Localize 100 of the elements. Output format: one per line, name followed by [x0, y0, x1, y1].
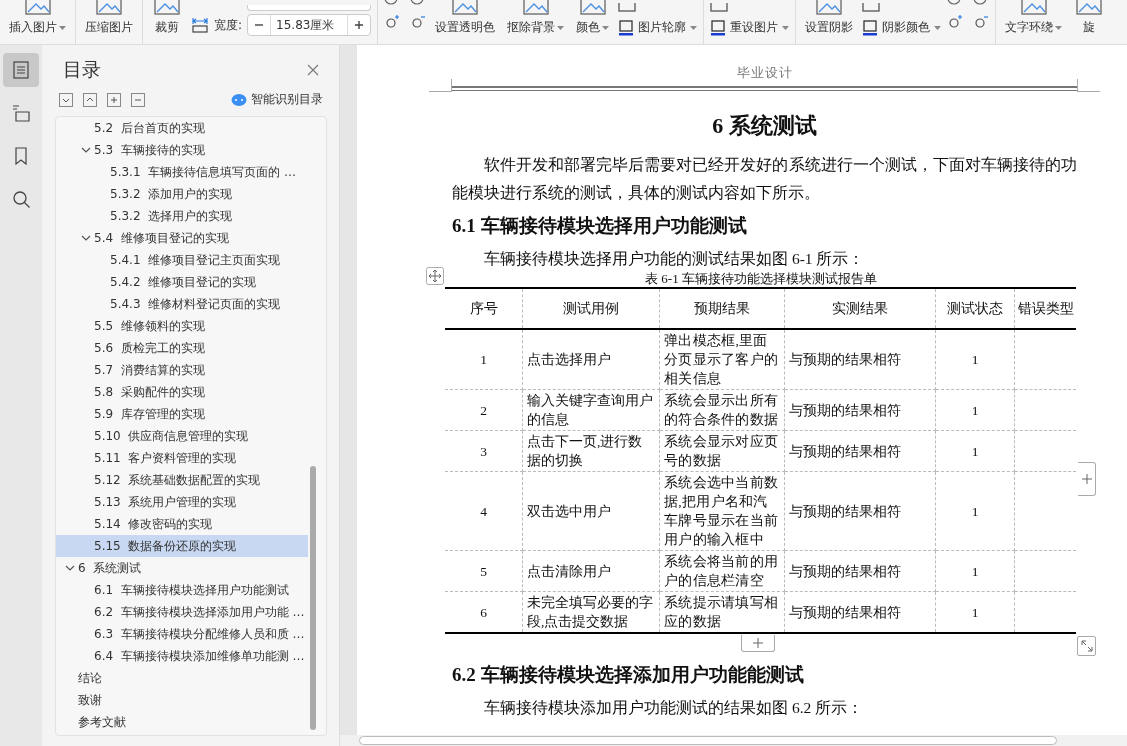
resize-button[interactable] [1077, 636, 1096, 656]
toc-item[interactable]: 5.9 库存管理的实现 [56, 403, 308, 425]
chevron-down-icon[interactable] [81, 233, 91, 243]
table-cell: 与预期的结果相符 [784, 329, 936, 390]
table-cell: 输入关键字查询用户的信息 [522, 389, 660, 431]
sun-minus-icon[interactable] [973, 14, 990, 30]
scrollbar-thumb[interactable] [359, 736, 1057, 745]
picture-icon [520, 0, 551, 16]
toc-item[interactable]: 5.14 修改密码的实现 [56, 513, 308, 535]
toolbar-button[interactable]: 阴影颜色 [862, 19, 942, 36]
toolbar-button[interactable]: 裁剪 [149, 2, 185, 36]
caret-icon [602, 25, 610, 30]
toc-item[interactable]: 结论 [56, 667, 308, 689]
picture-icon [94, 0, 124, 16]
toc-item[interactable]: 5.3.1 车辆接待信息填写页面的 … [56, 161, 308, 183]
toc-icon[interactable] [3, 53, 39, 87]
close-icon[interactable] [307, 64, 319, 76]
panel-title: 目录 [63, 57, 101, 82]
sun-plus-icon[interactable] [947, 14, 964, 30]
toc-item[interactable]: 致谢 [56, 689, 308, 711]
cloud-icon [231, 92, 247, 107]
picture-icon [22, 0, 53, 16]
toc-item[interactable]: 6.2 车辆接待模块选择添加用户功能 … [56, 601, 308, 623]
table-cell: 与预期的结果相符 [784, 389, 936, 431]
picture-icon [814, 0, 845, 16]
table-cell: 点击清除用户 [522, 550, 660, 592]
smart-toc-link[interactable]: 智能识别目录 [251, 91, 323, 108]
toc-item[interactable]: 5.3.2 添加用户的实现 [56, 183, 308, 205]
toc-item[interactable]: 5.13 系统用户管理的实现 [56, 491, 308, 513]
picture-icon [1018, 0, 1049, 16]
toc-item[interactable]: 5.4 维修项目登记的实现 [56, 227, 308, 249]
toc-item[interactable]: 参考文献 [56, 711, 308, 733]
chevron-down-icon[interactable] [81, 145, 91, 155]
toolbar-button[interactable]: 重设图片 [710, 19, 790, 36]
move-handle-icon[interactable] [426, 267, 444, 285]
toc-item[interactable]: 6.3 车辆接待模块分配维修人员和质 … [56, 623, 308, 645]
toc-item[interactable]: 5.4.1 维修项目登记主页面实现 [56, 249, 308, 271]
table-cell: 点击下一页,进行数据的切换 [522, 430, 660, 472]
picture-icon [1074, 0, 1105, 16]
toolbar-button[interactable]: 压缩图片 [82, 2, 136, 36]
toolbar-button[interactable]: 颜色 [573, 2, 613, 36]
column-header: 预期结果 [659, 288, 785, 329]
scrollbar-thumb[interactable] [310, 466, 316, 730]
table-cell: 4 [445, 471, 523, 551]
toc-item[interactable]: 5.4.3 维修材料登记页面的实现 [56, 293, 308, 315]
plus-icon[interactable] [107, 92, 121, 107]
column-header: 实测结果 [784, 288, 936, 329]
paragraph: 车辆接待模块添加用户功能测试的结果如图 6.2 所示： [483, 698, 865, 718]
toc-item[interactable]: 6 系统测试 [56, 557, 308, 579]
toc-item[interactable]: 6.1 车辆接待模块选择用户功能测试 [56, 579, 308, 601]
toolbar-button[interactable]: 设置透明色 [432, 2, 499, 36]
caret-icon [690, 25, 698, 30]
table-cell: 弹出模态框,里面分页显示了客户的相关信息 [659, 329, 785, 390]
picture-icon [152, 0, 182, 16]
column-header: 错误类型 [1014, 288, 1076, 329]
toc-item[interactable]: 5.5 维修领料的实现 [56, 315, 308, 337]
toc-item[interactable]: 5.3 车辆接待的实现 [56, 139, 308, 161]
frame-icon [618, 19, 635, 36]
column-header: 测试状态 [935, 288, 1015, 329]
toc-item[interactable]: 5.11 客户资料管理的实现 [56, 447, 308, 469]
chevron-down-icon[interactable] [65, 563, 75, 573]
toc-item[interactable]: 5.10 供应商信息管理的实现 [56, 425, 308, 447]
toc-item[interactable]: 6.4 车辆接待模块添加维修单功能测 … [56, 645, 308, 667]
picture-icon [862, 3, 881, 13]
width-field[interactable]: 15.83厘米 [247, 14, 372, 36]
toolbar-button[interactable]: 插入图片 [6, 2, 69, 36]
caret-icon [557, 25, 565, 30]
toc-item[interactable]: 5.3.2 选择用户的实现 [56, 205, 308, 227]
table-cell: 系统会选中当前数据,把用户名和汽车牌号显示在当前用户的输入框中 [659, 471, 785, 551]
toc-item[interactable]: 5.4.2 维修项目登记的实现 [56, 271, 308, 293]
minus-icon[interactable] [131, 92, 145, 107]
toolbar-button[interactable]: 抠除背景 [504, 2, 568, 36]
toc-item[interactable]: 5.2 后台首页的实现 [56, 117, 308, 139]
toc-item[interactable]: 5.15 数据备份还原的实现 [56, 535, 308, 557]
sun-plus-icon[interactable] [384, 14, 401, 30]
expand-down-icon[interactable] [59, 92, 73, 107]
caret-icon [934, 25, 942, 30]
toc-item[interactable]: 5.6 质检完工的实现 [56, 337, 308, 359]
toolbar-button[interactable]: 设置阴影 [802, 2, 857, 36]
column-header: 序号 [445, 288, 523, 329]
toc-item[interactable]: 5.7 消费结算的实现 [56, 359, 308, 381]
paragraph: 车辆接待模块选择用户功能的测试结果如图 6-1 所示： [483, 249, 866, 269]
table-cell: 3 [445, 430, 523, 472]
table-cell: 与预期的结果相符 [784, 430, 936, 472]
toc-item[interactable]: 5.12 系统基础数据配置的实现 [56, 469, 308, 491]
picture-icon [450, 0, 481, 16]
toolbar-button[interactable]: 图片轮廓 [618, 19, 698, 36]
caret-icon [782, 25, 790, 30]
sun-minus-icon[interactable] [410, 14, 427, 30]
toc-item[interactable]: 5.8 采购配件的实现 [56, 381, 308, 403]
frame-icon [710, 19, 727, 36]
toolbar-button[interactable]: 文字环绕 [1002, 2, 1066, 36]
height-field[interactable] [247, 5, 372, 11]
table-cell: 1 [445, 329, 523, 390]
table-cell: 1 [935, 471, 1015, 551]
toolbar-button[interactable]: 旋 [1071, 2, 1108, 36]
section-heading: 6.1 车辆接待模块选择用户功能测试 [452, 214, 748, 238]
plus-icon [1081, 474, 1092, 484]
collapse-up-icon[interactable] [83, 92, 97, 107]
plus-icon [753, 638, 763, 648]
